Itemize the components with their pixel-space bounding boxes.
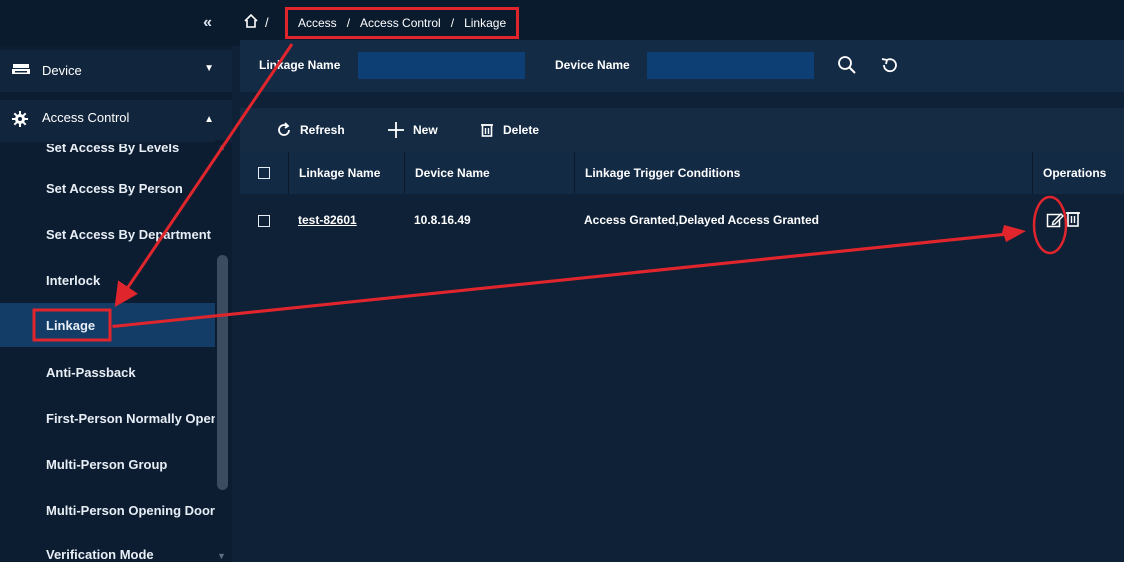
column-header-label: Operations [1043, 166, 1107, 180]
sidebar-item-label: Multi-Person Group [46, 457, 168, 472]
column-header-label: Linkage Name [299, 166, 381, 180]
sidebar-item-set-access-by-levels[interactable]: Set Access By Levels [0, 144, 215, 164]
sidebar-collapse-bar: « [0, 0, 232, 46]
chevron-down-icon: ▼ [204, 63, 214, 74]
refresh-button-label: Refresh [300, 123, 345, 137]
delete-button[interactable]: Delete [479, 119, 539, 141]
sidebar-item-multi-person-group[interactable]: Multi-Person Group [0, 442, 215, 486]
home-icon[interactable] [243, 13, 259, 29]
sidebar-item-label: Linkage [46, 318, 96, 333]
sidebar-item-label: Set Access By Levels [46, 144, 180, 155]
device-name-filter-label: Device Name [555, 58, 630, 72]
device-name-value: 10.8.16.49 [414, 213, 471, 227]
column-header-device-name[interactable]: Device Name [404, 152, 574, 194]
sidebar-item-set-access-by-person[interactable]: Set Access By Person [0, 166, 215, 210]
table-row: test-82601 10.8.16.49 Access Granted,Del… [240, 194, 1124, 246]
chevron-up-icon: ▲ [204, 114, 214, 125]
toolbar: Refresh New Delete [240, 108, 1124, 152]
sidebar-item-verification-mode[interactable]: Verification Mode [0, 532, 215, 562]
breadcrumb-separator: / [346, 16, 351, 30]
sidebar: « Device ▼ Access Control ▲ Set Access B… [0, 0, 232, 562]
column-header-label: Linkage Trigger Conditions [585, 166, 741, 180]
row-checkbox[interactable] [258, 215, 270, 227]
linkage-name-link[interactable]: test-82601 [298, 213, 357, 227]
column-header-operations: Operations [1032, 152, 1124, 194]
sidebar-item-label: Anti-Passback [46, 365, 136, 380]
sidebar-item-set-access-by-department[interactable]: Set Access By Department [0, 212, 215, 256]
breadcrumb-item-linkage: Linkage [464, 16, 507, 30]
device-name-filter-input[interactable] [647, 52, 814, 79]
search-icon[interactable] [836, 54, 858, 76]
plus-icon [388, 122, 404, 138]
sidebar-item-multi-person-opening-door[interactable]: Multi-Person Opening Door [0, 488, 215, 532]
cell-operations [1032, 194, 1124, 246]
sidebar-item-interlock[interactable]: Interlock [0, 258, 215, 302]
sidebar-item-anti-passback[interactable]: Anti-Passback [0, 350, 215, 394]
cell-trigger-conditions: Access Granted,Delayed Access Granted [574, 194, 1032, 246]
sidebar-group-device[interactable]: Device ▼ [0, 50, 232, 92]
table-header: Linkage Name Device Name Linkage Trigger… [240, 152, 1124, 194]
new-button[interactable]: New [387, 119, 438, 141]
sidebar-item-label: Verification Mode [46, 547, 154, 562]
sidebar-item-linkage[interactable]: Linkage [0, 303, 215, 347]
sidebar-item-first-person-normally-open[interactable]: First-Person Normally Open [0, 396, 219, 440]
linkage-panel: Refresh New Delete Linkage Name Device N… [240, 108, 1124, 562]
sidebar-item-label: First-Person Normally Open [46, 411, 219, 426]
sidebar-item-label: Interlock [46, 273, 101, 288]
breadcrumb-item-access[interactable]: Access [298, 16, 337, 30]
refresh-button[interactable]: Refresh [276, 119, 345, 141]
scroll-up-icon[interactable]: ▲ [217, 142, 226, 152]
sidebar-group-label: Device [42, 63, 82, 78]
gear-icon [12, 111, 28, 127]
sidebar-item-label: Set Access By Department [46, 227, 211, 242]
column-header-label: Device Name [415, 166, 490, 180]
cell-linkage-name: test-82601 [288, 194, 404, 246]
sidebar-item-label: Set Access By Person [46, 181, 183, 196]
breadcrumb-item-access-control[interactable]: Access Control [360, 16, 441, 30]
linkage-name-filter-input[interactable] [358, 52, 525, 79]
sidebar-scrollbar-thumb[interactable] [217, 255, 228, 490]
cell-device-name: 10.8.16.49 [404, 194, 574, 246]
breadcrumb-path: Access / Access Control / Linkage [285, 7, 520, 39]
breadcrumb-separator: / [265, 15, 269, 30]
filter-bar: Linkage Name Device Name [240, 40, 1124, 92]
linkage-name-filter-label: Linkage Name [259, 58, 341, 72]
trigger-conditions-value: Access Granted,Delayed Access Granted [584, 213, 820, 227]
sidebar-group-label: Access Control [42, 110, 130, 125]
trash-icon [481, 124, 493, 137]
device-icon [12, 64, 30, 74]
trash-icon[interactable] [1065, 210, 1081, 228]
sidebar-group-access-control[interactable]: Access Control ▲ [0, 100, 232, 142]
delete-button-label: Delete [503, 123, 540, 137]
scroll-down-icon[interactable]: ▼ [217, 551, 226, 561]
select-all-checkbox[interactable] [258, 167, 270, 179]
double-chevron-left-icon[interactable]: « [203, 14, 212, 32]
column-header-linkage-name[interactable]: Linkage Name [288, 152, 404, 194]
breadcrumb-separator: / [450, 16, 455, 30]
sidebar-item-label: Multi-Person Opening Door [46, 503, 215, 518]
column-header-trigger-conditions[interactable]: Linkage Trigger Conditions [574, 152, 1032, 194]
edit-icon[interactable] [1046, 211, 1064, 229]
reset-icon[interactable] [879, 54, 901, 76]
new-button-label: New [413, 123, 438, 137]
refresh-icon [278, 122, 290, 136]
